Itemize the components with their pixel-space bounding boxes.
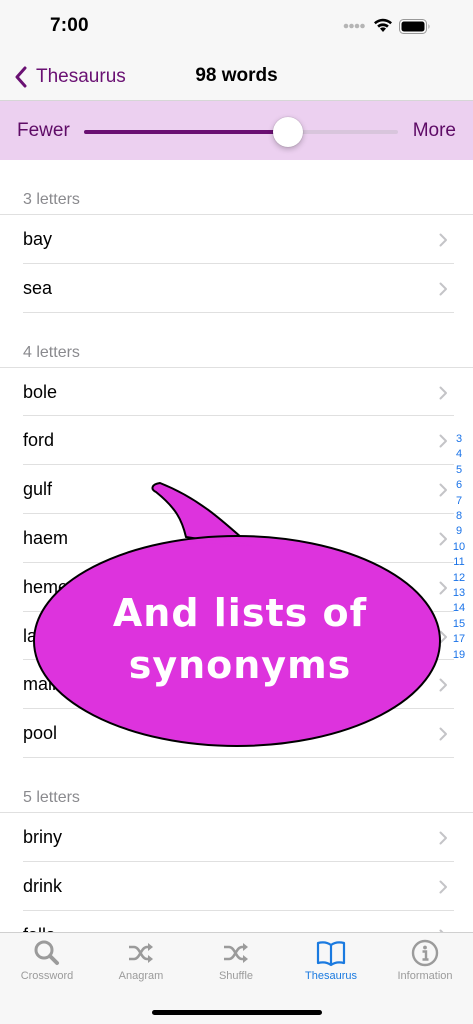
section-header: 3 letters xyxy=(0,191,473,215)
index-item[interactable]: 19 xyxy=(453,648,465,663)
tab-bar: Crossword Anagram Shuffle Thesaurus Info… xyxy=(0,932,473,1024)
battery-icon xyxy=(399,19,430,34)
tab-label: Thesaurus xyxy=(305,970,357,982)
tab-label: Anagram xyxy=(118,970,164,982)
chevron-right-icon xyxy=(439,532,447,546)
info-icon xyxy=(411,939,439,967)
tab-information[interactable]: Information xyxy=(378,939,472,989)
chevron-right-icon xyxy=(439,233,447,247)
word-label: pool xyxy=(23,723,58,744)
list-item[interactable]: pool xyxy=(23,709,454,758)
index-item[interactable]: 17 xyxy=(453,632,465,647)
list-item[interactable]: briny xyxy=(23,813,454,862)
index-item[interactable]: 11 xyxy=(453,555,464,570)
status-icons xyxy=(343,17,443,35)
section-index[interactable]: 3 4 5 6 7 8 9 10 11 12 13 14 15 17 19 xyxy=(450,432,468,663)
tab-label: Shuffle xyxy=(218,970,254,982)
index-item[interactable]: 9 xyxy=(456,524,462,539)
word-label: bole xyxy=(23,381,58,402)
word-label: heme xyxy=(23,576,69,597)
cellular-signal-icon xyxy=(343,23,365,29)
book-icon xyxy=(316,941,346,967)
word-label: drink xyxy=(23,875,63,896)
section-header-label: 5 letters xyxy=(23,788,80,806)
list-section: 3 letters bay sea xyxy=(0,191,473,313)
index-item[interactable]: 15 xyxy=(453,617,465,632)
index-item[interactable]: 3 xyxy=(456,432,462,447)
section-header: 5 letters xyxy=(0,789,473,813)
list-item[interactable]: heme xyxy=(23,563,454,612)
list-item[interactable]: drink xyxy=(23,862,454,911)
list-item[interactable]: ford xyxy=(23,416,454,466)
index-item[interactable]: 14 xyxy=(453,601,465,616)
slider-thumb[interactable] xyxy=(273,117,304,147)
chevron-right-icon xyxy=(439,727,447,741)
index-item[interactable]: 8 xyxy=(456,509,462,524)
list-item[interactable]: main xyxy=(23,660,454,710)
list-item[interactable]: lake xyxy=(23,612,454,661)
chevron-right-icon xyxy=(439,483,447,497)
index-item[interactable]: 4 xyxy=(456,447,462,462)
list-item[interactable]: gulf xyxy=(23,465,454,514)
word-label: haem xyxy=(23,527,69,548)
chevron-right-icon xyxy=(439,630,447,644)
chevron-right-icon xyxy=(439,434,447,448)
tab-label: Crossword xyxy=(20,970,74,982)
slider-fill xyxy=(84,130,289,134)
slider-min-label: Fewer xyxy=(17,120,70,141)
section-header-label: 3 letters xyxy=(23,191,80,208)
page-title: 98 words xyxy=(195,65,278,86)
section-header: 4 letters xyxy=(0,344,473,368)
list-item[interactable]: bay xyxy=(23,215,454,264)
word-label: main xyxy=(23,674,63,695)
list-item[interactable]: bole xyxy=(23,368,454,417)
tab-thesaurus[interactable]: Thesaurus xyxy=(284,939,378,989)
slider-max-label: More xyxy=(412,120,456,141)
list-item[interactable]: haem xyxy=(23,514,454,563)
word-label: gulf xyxy=(23,479,53,500)
chevron-right-icon xyxy=(439,386,447,400)
navigation-bar: Thesaurus 98 words xyxy=(0,52,473,101)
home-indicator xyxy=(152,1010,322,1015)
tab-crossword[interactable]: Crossword xyxy=(0,939,94,989)
list-section: 5 letters briny drink falls xyxy=(0,789,473,932)
tab-shuffle[interactable]: Shuffle xyxy=(189,939,283,989)
list-item[interactable]: sea xyxy=(23,264,454,313)
chevron-right-icon xyxy=(439,282,447,296)
chevron-right-icon xyxy=(439,678,447,692)
word-label: lake xyxy=(23,625,57,646)
index-item[interactable]: 10 xyxy=(453,540,465,555)
list-item[interactable]: falls xyxy=(23,911,454,932)
word-label: falls xyxy=(23,925,55,932)
chevron-right-icon xyxy=(439,831,447,845)
tab-anagram[interactable]: Anagram xyxy=(94,939,188,989)
shuffle-icon xyxy=(224,943,248,963)
wifi-icon xyxy=(374,18,392,32)
magnifier-icon xyxy=(34,940,59,965)
index-item[interactable]: 6 xyxy=(456,478,462,493)
index-item[interactable]: 5 xyxy=(456,463,462,478)
word-count-slider[interactable] xyxy=(84,117,398,147)
tab-label: Information xyxy=(397,970,453,982)
status-bar: 7:00 xyxy=(0,0,473,52)
status-time: 7:00 xyxy=(50,15,89,36)
word-label: bay xyxy=(23,229,53,249)
word-label: briny xyxy=(23,826,63,847)
word-label: sea xyxy=(23,277,53,298)
chevron-right-icon xyxy=(439,581,447,595)
index-item[interactable]: 7 xyxy=(456,494,462,509)
index-item[interactable]: 13 xyxy=(453,586,465,601)
shuffle-icon xyxy=(129,943,153,963)
chevron-right-icon xyxy=(439,880,447,894)
list-section: 4 letters bole ford gulf haem heme lake main poo… xyxy=(0,344,473,758)
word-list[interactable]: 3 letters bay sea 4 letters bole ford gulf haem… xyxy=(0,160,473,932)
section-header-label: 4 letters xyxy=(23,343,80,361)
word-label: ford xyxy=(23,430,55,451)
index-item[interactable]: 12 xyxy=(453,571,465,586)
word-count-slider-bar: Fewer More xyxy=(0,101,473,160)
